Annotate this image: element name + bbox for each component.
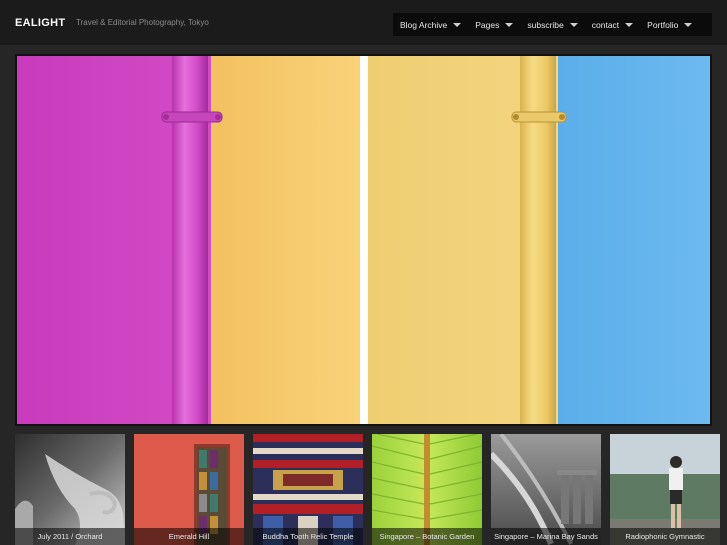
thumbnail-caption: Radiophonic Gymnastic [610, 528, 720, 545]
chevron-down-icon [625, 22, 634, 27]
thumbnail-caption: Singapore – Marina Bay Sands [491, 528, 601, 545]
nav-item-label: Blog Archive [400, 19, 448, 30]
thumbnail-caption: Singapore – Botanic Garden [372, 528, 482, 545]
site-tagline: Travel & Editorial Photography, Tokyo [76, 18, 209, 27]
site-title[interactable]: EALIGHT [15, 17, 65, 29]
thumbnail-radiophonic-gymnastic[interactable]: Radiophonic Gymnastic [610, 434, 720, 545]
nav-item-portfolio[interactable]: Portfolio [640, 13, 699, 36]
nav-item-contact[interactable]: contact [585, 13, 640, 36]
thumbnail-buddha-tooth-relic-temple[interactable]: Buddha Tooth Relic Temple [253, 434, 363, 545]
pipe-wall-yellow-blue-photo [368, 56, 710, 424]
thumbnail-caption: July 2011 / Orchard [15, 528, 125, 545]
thumbnail-strip: July 2011 / Orchard Emerald Hill Buddha … [15, 434, 727, 545]
chevron-down-icon [453, 22, 462, 27]
nav-item-label: Portfolio [647, 19, 679, 30]
hero-photo-left [17, 56, 360, 424]
thumbnail-orchard[interactable]: July 2011 / Orchard [15, 434, 125, 545]
hero-photo-right [368, 56, 710, 424]
thumbnail-caption: Buddha Tooth Relic Temple [253, 528, 363, 545]
chevron-down-icon [505, 22, 514, 27]
pipe-wall-magenta-photo [17, 56, 360, 424]
chevron-down-icon [684, 22, 693, 27]
chevron-down-icon [569, 22, 578, 27]
thumbnail-marina-bay-sands[interactable]: Singapore – Marina Bay Sands [491, 434, 601, 545]
nav-item-label: contact [591, 19, 620, 30]
hero-divider [360, 56, 368, 424]
nav-item-label: Pages [475, 19, 500, 30]
nav-item-label: subscribe [527, 19, 564, 30]
nav-item-blog-archive[interactable]: Blog Archive [393, 13, 468, 36]
main-nav: Blog Archive Pages subscribe contact Por… [393, 13, 712, 36]
hero-image[interactable] [15, 54, 712, 426]
nav-item-pages[interactable]: Pages [468, 13, 520, 36]
thumbnail-emerald-hill[interactable]: Emerald Hill [134, 434, 244, 545]
top-bar: EALIGHT Travel & Editorial Photography, … [0, 0, 727, 45]
thumbnail-botanic-garden[interactable]: Singapore – Botanic Garden [372, 434, 482, 545]
nav-item-subscribe[interactable]: subscribe [520, 13, 584, 36]
thumbnail-caption: Emerald Hill [134, 528, 244, 545]
